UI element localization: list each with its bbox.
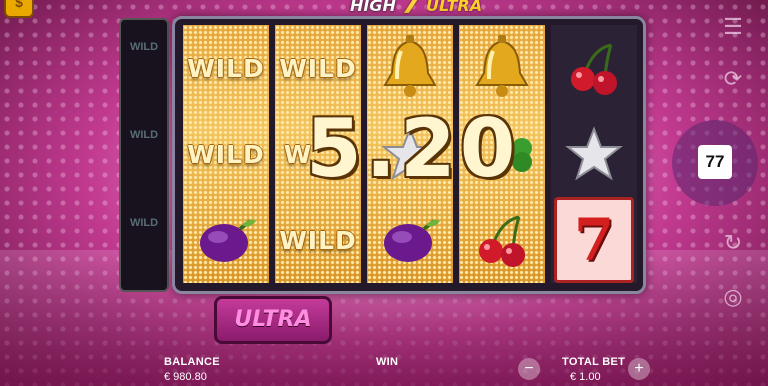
free-spins-counter: 77 xyxy=(698,145,732,179)
reel-3 xyxy=(367,25,453,283)
lucky-seven-symbol: 7 xyxy=(551,197,637,283)
symbol-wild: WILD xyxy=(183,25,269,111)
side-wild-3: WILD xyxy=(129,217,159,229)
symbol-wild: WILD xyxy=(275,197,361,283)
total-bet-label: TOTAL BET xyxy=(562,356,626,368)
ultra-button[interactable]: ULTRA xyxy=(214,296,332,344)
star-icon xyxy=(551,111,637,197)
turbo-icon[interactable]: ↻ xyxy=(718,228,748,258)
wild-text: WILD xyxy=(187,53,265,83)
reel-1: WILD WILD xyxy=(183,25,269,283)
reel-board: WILD WILD WILD W WILD 7 xyxy=(172,16,646,294)
side-empty-1 xyxy=(127,74,161,108)
coin-button[interactable]: $ xyxy=(4,0,34,18)
star-icon xyxy=(367,111,453,197)
bet-increase-button[interactable]: + xyxy=(628,358,650,380)
wild-text: WILD xyxy=(279,53,357,83)
reel-4 xyxy=(459,25,545,283)
win-label: WIN xyxy=(376,356,399,368)
reel-5: 7 xyxy=(551,25,637,283)
coin-icon: $ xyxy=(15,0,23,10)
logo-ultra: ULTRA xyxy=(425,0,483,15)
wild-text: WILD xyxy=(187,139,265,169)
plum-icon xyxy=(367,197,453,283)
coins-icon[interactable]: ◎ xyxy=(718,282,748,312)
autoplay-icon[interactable]: ⟳ xyxy=(718,64,748,94)
side-wild-1: WILD xyxy=(129,41,159,53)
footer-bar: BALANCE € 980.80 WIN − TOTAL BET € 1.00 … xyxy=(0,352,768,386)
total-bet-value: € 1.00 xyxy=(570,371,601,383)
seven-icon: 7 xyxy=(554,197,634,283)
side-empty-2 xyxy=(127,162,161,196)
cherry-icon xyxy=(551,25,637,111)
menu-icon[interactable]: ☰ xyxy=(718,12,748,42)
side-empty-3 xyxy=(127,250,161,284)
balance-label: BALANCE xyxy=(164,356,220,368)
game-logo: HIGH 7 ULTRA xyxy=(350,0,530,20)
symbol-wild: WILD xyxy=(275,25,361,111)
balance-value: € 980.80 xyxy=(164,371,207,383)
clover-icon xyxy=(459,111,545,197)
logo-high: HIGH xyxy=(350,0,396,15)
plum-icon xyxy=(183,197,269,283)
bet-decrease-button[interactable]: − xyxy=(518,358,540,380)
wild-text: W xyxy=(283,139,313,169)
side-reel: WILD WILD WILD xyxy=(119,18,169,292)
reel-2: WILD W WILD xyxy=(275,25,361,283)
wild-text: WILD xyxy=(279,225,357,255)
symbol-wild: WILD xyxy=(183,111,269,197)
cherry-icon xyxy=(459,197,545,283)
bell-icon xyxy=(367,25,453,111)
side-wild-2: WILD xyxy=(129,129,159,141)
bell-icon xyxy=(459,25,545,111)
symbol-wild-partial: W xyxy=(275,111,361,197)
